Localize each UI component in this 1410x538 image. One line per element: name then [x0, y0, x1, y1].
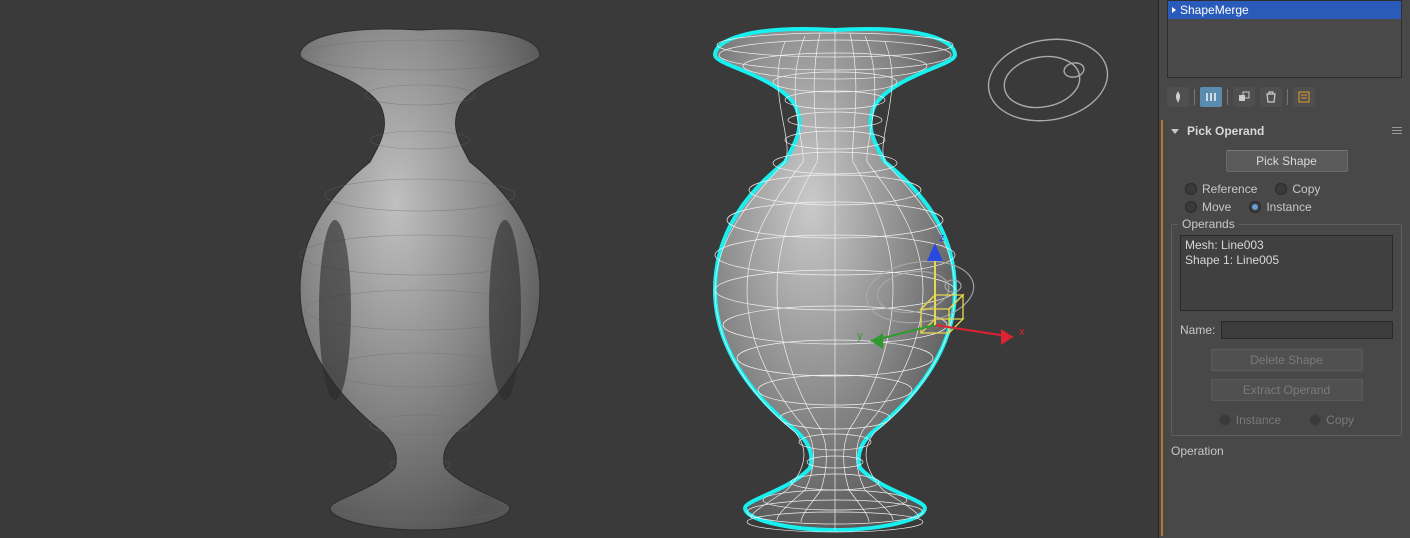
radio-icon [1185, 201, 1197, 213]
radio-extract-copy: Copy [1309, 413, 1354, 427]
modifier-toolbar [1167, 84, 1402, 110]
command-panel: ShapeMerge Pick Operand Pick Shape [1158, 0, 1410, 538]
drag-grip-icon[interactable] [1392, 127, 1402, 135]
group-operands: Operands Mesh: Line003 Shape 1: Line005 … [1171, 224, 1402, 436]
vase-wireframe-selected[interactable] [655, 0, 1015, 538]
operands-listbox[interactable]: Mesh: Line003 Shape 1: Line005 [1180, 235, 1393, 311]
viewport[interactable]: x y z [0, 0, 1158, 538]
radio-label: Instance [1236, 413, 1281, 427]
radio-icon [1249, 201, 1261, 213]
radio-icon [1275, 183, 1287, 195]
radio-instance[interactable]: Instance [1249, 200, 1311, 214]
radio-move[interactable]: Move [1185, 200, 1231, 214]
rollout-title: Pick Operand [1187, 124, 1264, 138]
rollout-header[interactable]: Pick Operand [1171, 122, 1402, 140]
delete-shape-button[interactable]: Delete Shape [1211, 349, 1363, 371]
extract-operand-button[interactable]: Extract Operand [1211, 379, 1363, 401]
name-label: Name: [1180, 323, 1215, 337]
group-operation-title: Operation [1171, 444, 1402, 458]
expand-icon [1172, 7, 1176, 13]
radio-label: Instance [1266, 200, 1311, 214]
configure-modifier-sets-button[interactable] [1293, 87, 1315, 107]
pick-radio-row-2: Move Instance [1171, 198, 1402, 216]
modifier-shapemerge[interactable]: ShapeMerge [1168, 1, 1401, 19]
radio-icon [1309, 414, 1321, 426]
operand-name-input[interactable] [1221, 321, 1393, 339]
modifier-stack[interactable]: ShapeMerge [1167, 0, 1402, 78]
separator [1194, 89, 1195, 105]
pick-radio-row-1: Reference Copy [1171, 180, 1402, 198]
pick-shape-button[interactable]: Pick Shape [1226, 150, 1348, 172]
pin-stack-button[interactable] [1167, 87, 1189, 107]
panel-accent [1161, 120, 1163, 536]
group-title: Operands [1178, 217, 1239, 231]
radio-copy[interactable]: Copy [1275, 182, 1320, 196]
show-end-result-button[interactable] [1200, 87, 1222, 107]
operand-item[interactable]: Shape 1: Line005 [1185, 253, 1388, 268]
vase-shaded[interactable] [240, 0, 600, 538]
chevron-down-icon [1171, 129, 1179, 134]
radio-label: Copy [1326, 413, 1354, 427]
extract-radio-row: Instance Copy [1180, 409, 1393, 427]
separator [1227, 89, 1228, 105]
radio-label: Reference [1202, 182, 1257, 196]
radio-reference[interactable]: Reference [1185, 182, 1257, 196]
radio-extract-instance: Instance [1219, 413, 1281, 427]
separator [1287, 89, 1288, 105]
operand-item[interactable]: Mesh: Line003 [1185, 238, 1388, 253]
radio-icon [1185, 183, 1197, 195]
svg-text:x: x [1019, 326, 1025, 338]
radio-label: Copy [1292, 182, 1320, 196]
operand-name-row: Name: [1180, 321, 1393, 339]
rollout-pick-operand: Pick Operand Pick Shape Reference Copy M… [1171, 122, 1402, 216]
radio-icon [1219, 414, 1231, 426]
remove-modifier-button[interactable] [1260, 87, 1282, 107]
spline-shape[interactable] [968, 0, 1128, 140]
radio-label: Move [1202, 200, 1231, 214]
modifier-label: ShapeMerge [1180, 3, 1249, 17]
make-unique-button[interactable] [1233, 87, 1255, 107]
